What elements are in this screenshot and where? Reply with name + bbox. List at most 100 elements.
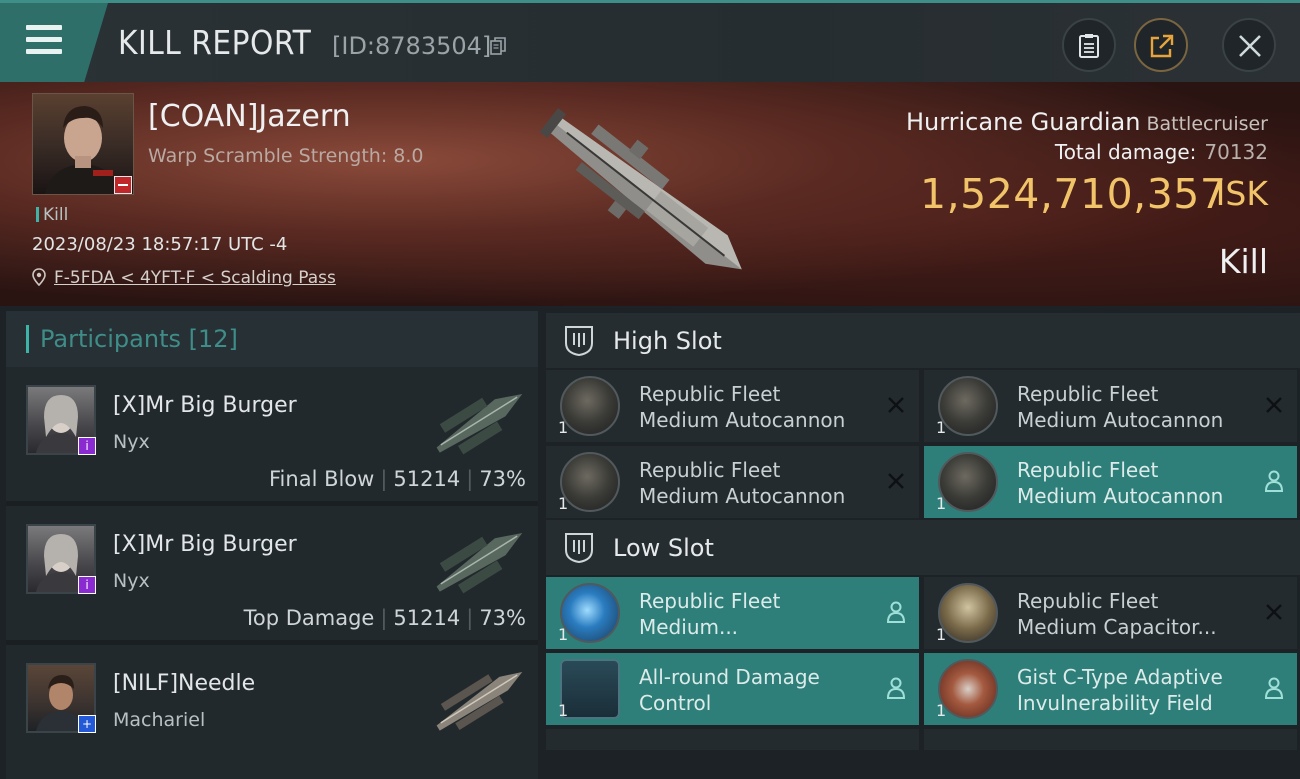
menu-button[interactable] bbox=[0, 3, 108, 82]
module-item[interactable]: 1 Republic Fleet Medium Capacitor... bbox=[924, 577, 1297, 649]
autocannon-icon bbox=[938, 376, 998, 436]
participants-panel: Participants [12] i [X]Mr Big Burger Nyx… bbox=[6, 311, 538, 779]
total-damage-label: Total damage: bbox=[1054, 140, 1197, 164]
shield-icon bbox=[938, 659, 998, 719]
module-quantity: 1 bbox=[558, 625, 569, 644]
dropped-person-icon bbox=[1265, 470, 1283, 492]
isk-unit: ISK bbox=[1215, 174, 1268, 213]
high-slot-icon bbox=[565, 326, 593, 357]
ship-name-text: Hurricane Guardian bbox=[905, 108, 1141, 136]
module-item[interactable] bbox=[924, 729, 1297, 750]
module-name: Republic Fleet Medium Autocannon bbox=[639, 382, 846, 432]
participant-row[interactable]: i [X]Mr Big Burger Nyx Top Damage | 51214 |… bbox=[6, 506, 538, 640]
module-item[interactable] bbox=[546, 729, 919, 750]
participant-name: [X]Mr Big Burger bbox=[113, 393, 297, 418]
module-name: All-round Damage Control bbox=[639, 665, 820, 715]
destroyed-icon bbox=[888, 473, 904, 489]
kill-location-link[interactable]: F-5FDA < 4YFT-F < Scalding Pass bbox=[54, 268, 336, 288]
module-item[interactable]: 1 Republic Fleet Medium Autocannon bbox=[546, 446, 919, 518]
victim-ship-image bbox=[539, 108, 742, 270]
location-pin-icon bbox=[32, 268, 46, 286]
kill-tag: Kill bbox=[36, 205, 68, 225]
participant-damage: 51214 bbox=[393, 606, 461, 630]
participants-header[interactable]: Participants [12] bbox=[6, 311, 538, 367]
participant-row[interactable]: i [X]Mr Big Burger Nyx Final Blow | 51214 |… bbox=[6, 367, 538, 501]
low-slot-header: Low Slot bbox=[546, 520, 1300, 575]
module-name: Republic Fleet Medium... bbox=[639, 589, 781, 639]
ship-class-text: Battlecruiser bbox=[1146, 113, 1268, 135]
close-icon bbox=[1239, 35, 1261, 57]
copy-icon[interactable] bbox=[490, 37, 506, 55]
top-bar: KILL REPORT [ID:8783504] bbox=[0, 0, 1300, 82]
participant-ship-image bbox=[436, 393, 523, 455]
high-slot-header: High Slot bbox=[546, 313, 1300, 368]
module-item[interactable]: 1 Gist C-Type Adaptive Invulnerability Fi… bbox=[924, 653, 1297, 725]
participant-ship: Nyx bbox=[113, 431, 150, 453]
module-name: Gist C-Type Adaptive Invulnerability Fiel… bbox=[1017, 665, 1223, 715]
capacitor-icon bbox=[938, 583, 998, 643]
share-icon bbox=[1150, 34, 1174, 58]
participant-role: Top Damage bbox=[243, 606, 375, 630]
module-quantity: 1 bbox=[936, 625, 947, 644]
module-item[interactable]: 1 All-round Damage Control bbox=[546, 653, 919, 725]
clipboard-button[interactable] bbox=[1062, 18, 1116, 72]
module-item[interactable]: 1 Republic Fleet Medium... bbox=[546, 577, 919, 649]
low-slot-title: Low Slot bbox=[613, 534, 714, 562]
page-title: KILL REPORT bbox=[118, 23, 312, 62]
module-name: Republic Fleet Medium Autocannon bbox=[1017, 458, 1224, 508]
module-name: Republic Fleet Medium Capacitor... bbox=[1017, 589, 1217, 639]
participant-damage: 51214 bbox=[393, 467, 461, 491]
participant-stats: Final Blow | 51214 | 73% bbox=[269, 467, 526, 491]
report-id: [ID:8783504] bbox=[332, 32, 492, 60]
clipboard-icon bbox=[1079, 34, 1099, 58]
autocannon-icon bbox=[560, 376, 620, 436]
share-button[interactable] bbox=[1134, 18, 1188, 72]
module-quantity: 1 bbox=[936, 701, 947, 720]
destroyed-icon bbox=[1266, 604, 1282, 620]
module-name: Republic Fleet Medium Autocannon bbox=[639, 458, 846, 508]
close-button[interactable] bbox=[1222, 18, 1276, 72]
participant-percent: 73% bbox=[479, 467, 526, 491]
destroyed-icon bbox=[1266, 397, 1282, 413]
module-quantity: 1 bbox=[558, 701, 569, 720]
participant-ship: Nyx bbox=[113, 570, 150, 592]
menu-icon bbox=[26, 25, 62, 55]
module-item[interactable]: 1 Republic Fleet Medium Autocannon bbox=[924, 370, 1297, 442]
module-item[interactable]: 1 Republic Fleet Medium Autocannon bbox=[546, 370, 919, 442]
participant-ship-image bbox=[436, 671, 523, 731]
participant-ship-image bbox=[436, 532, 523, 594]
damage-control-icon bbox=[560, 659, 620, 719]
participant-percent: 73% bbox=[479, 606, 526, 630]
participant-name: [NILF]Needle bbox=[113, 671, 256, 696]
participant-name: [X]Mr Big Burger bbox=[113, 532, 297, 557]
module-quantity: 1 bbox=[558, 494, 569, 513]
module-name: Republic Fleet Medium Autocannon bbox=[1017, 382, 1224, 432]
module-quantity: 1 bbox=[936, 418, 947, 437]
module-quantity: 1 bbox=[936, 494, 947, 513]
role-badge: i bbox=[78, 437, 96, 455]
participant-ship: Machariel bbox=[113, 709, 206, 731]
victim-panel: [COAN]Jazern Warp Scramble Strength: 8.0… bbox=[0, 82, 1300, 306]
participant-row[interactable]: + [NILF]Needle Machariel bbox=[6, 645, 538, 779]
total-damage: Total damage: 70132 bbox=[1055, 140, 1268, 164]
warp-scramble-strength: Warp Scramble Strength: 8.0 bbox=[148, 145, 424, 167]
low-slot-icon bbox=[565, 533, 593, 564]
isk-value: 1,524,710,357 bbox=[920, 170, 1227, 218]
participants-label: Participants [12] bbox=[40, 325, 238, 353]
kill-datetime: 2023/08/23 18:57:17 UTC -4 bbox=[32, 234, 288, 255]
victim-name[interactable]: [COAN]Jazern bbox=[148, 99, 351, 134]
victim-ship-name[interactable]: Hurricane Guardian Battlecruiser bbox=[906, 108, 1268, 136]
destroyed-icon bbox=[888, 397, 904, 413]
gyrostabilizer-icon bbox=[560, 583, 620, 643]
module-quantity: 1 bbox=[558, 418, 569, 437]
module-item[interactable]: 1 Republic Fleet Medium Autocannon bbox=[924, 446, 1297, 518]
high-slot-title: High Slot bbox=[613, 327, 722, 355]
participant-role: Final Blow bbox=[269, 467, 375, 491]
role-badge: i bbox=[78, 576, 96, 594]
dropped-person-icon bbox=[887, 601, 905, 623]
dropped-person-icon bbox=[887, 677, 905, 699]
dropped-person-icon bbox=[1265, 677, 1283, 699]
hostile-badge bbox=[114, 176, 132, 194]
kill-result: Kill bbox=[1218, 242, 1268, 281]
autocannon-icon bbox=[938, 452, 998, 512]
